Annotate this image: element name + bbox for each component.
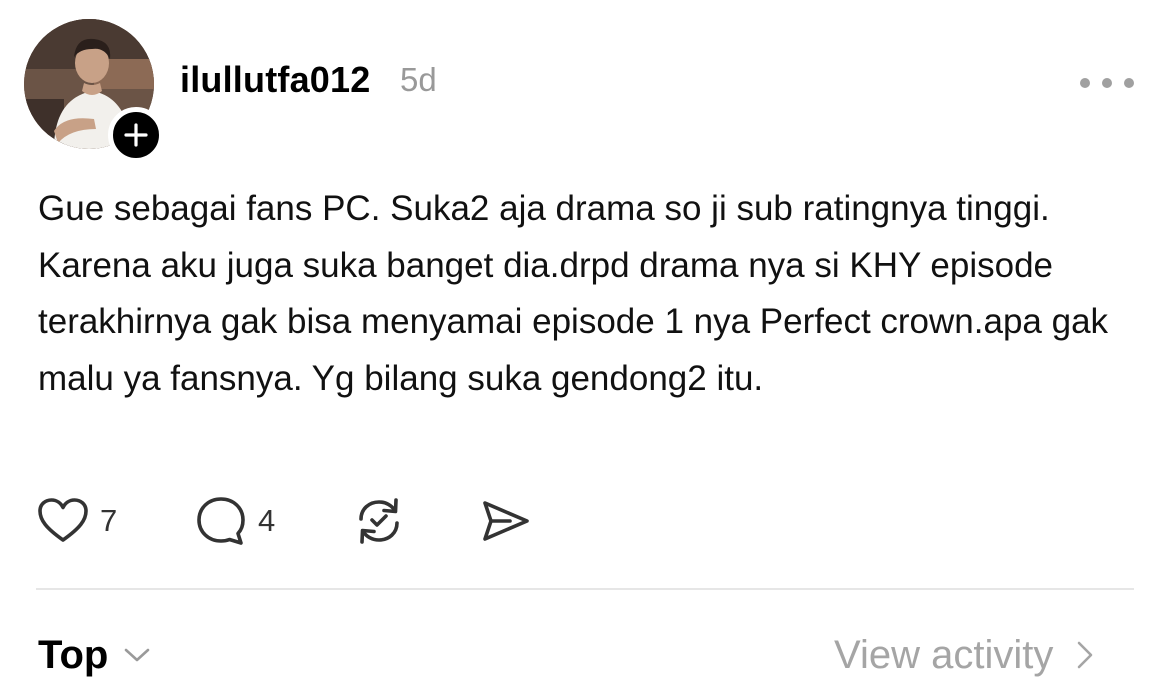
divider [36, 588, 1134, 590]
comment-bubble-icon [197, 497, 245, 545]
plus-icon [124, 123, 148, 147]
view-activity-label: View activity [834, 633, 1054, 677]
chevron-right-icon [1078, 641, 1093, 669]
reply-count: 4 [258, 503, 276, 538]
post-body-text: Gue sebagai fans PC. Suka2 aja drama so … [38, 189, 1109, 398]
sort-dropdown[interactable]: Top [38, 630, 152, 680]
view-activity-link[interactable]: View activity [834, 630, 1097, 680]
share-button[interactable] [478, 494, 532, 548]
heart-icon [38, 498, 88, 542]
avatar-container[interactable] [24, 19, 164, 163]
like-button[interactable]: 7 [36, 494, 117, 548]
like-count: 7 [100, 503, 118, 538]
repost-button[interactable] [352, 494, 406, 548]
chevron-down-icon [125, 648, 150, 662]
more-horizontal-icon [1124, 78, 1134, 88]
reply-button[interactable]: 4 [194, 494, 275, 548]
username-link[interactable]: ilullutfa012 [180, 58, 370, 102]
sort-label: Top [38, 633, 109, 677]
more-horizontal-icon [1080, 78, 1090, 88]
post-timestamp: 5d [400, 61, 437, 98]
repost-icon [359, 498, 399, 544]
follow-button[interactable] [108, 107, 164, 163]
more-horizontal-icon [1102, 78, 1112, 88]
more-options-button[interactable] [1080, 72, 1134, 94]
send-icon [483, 501, 529, 541]
